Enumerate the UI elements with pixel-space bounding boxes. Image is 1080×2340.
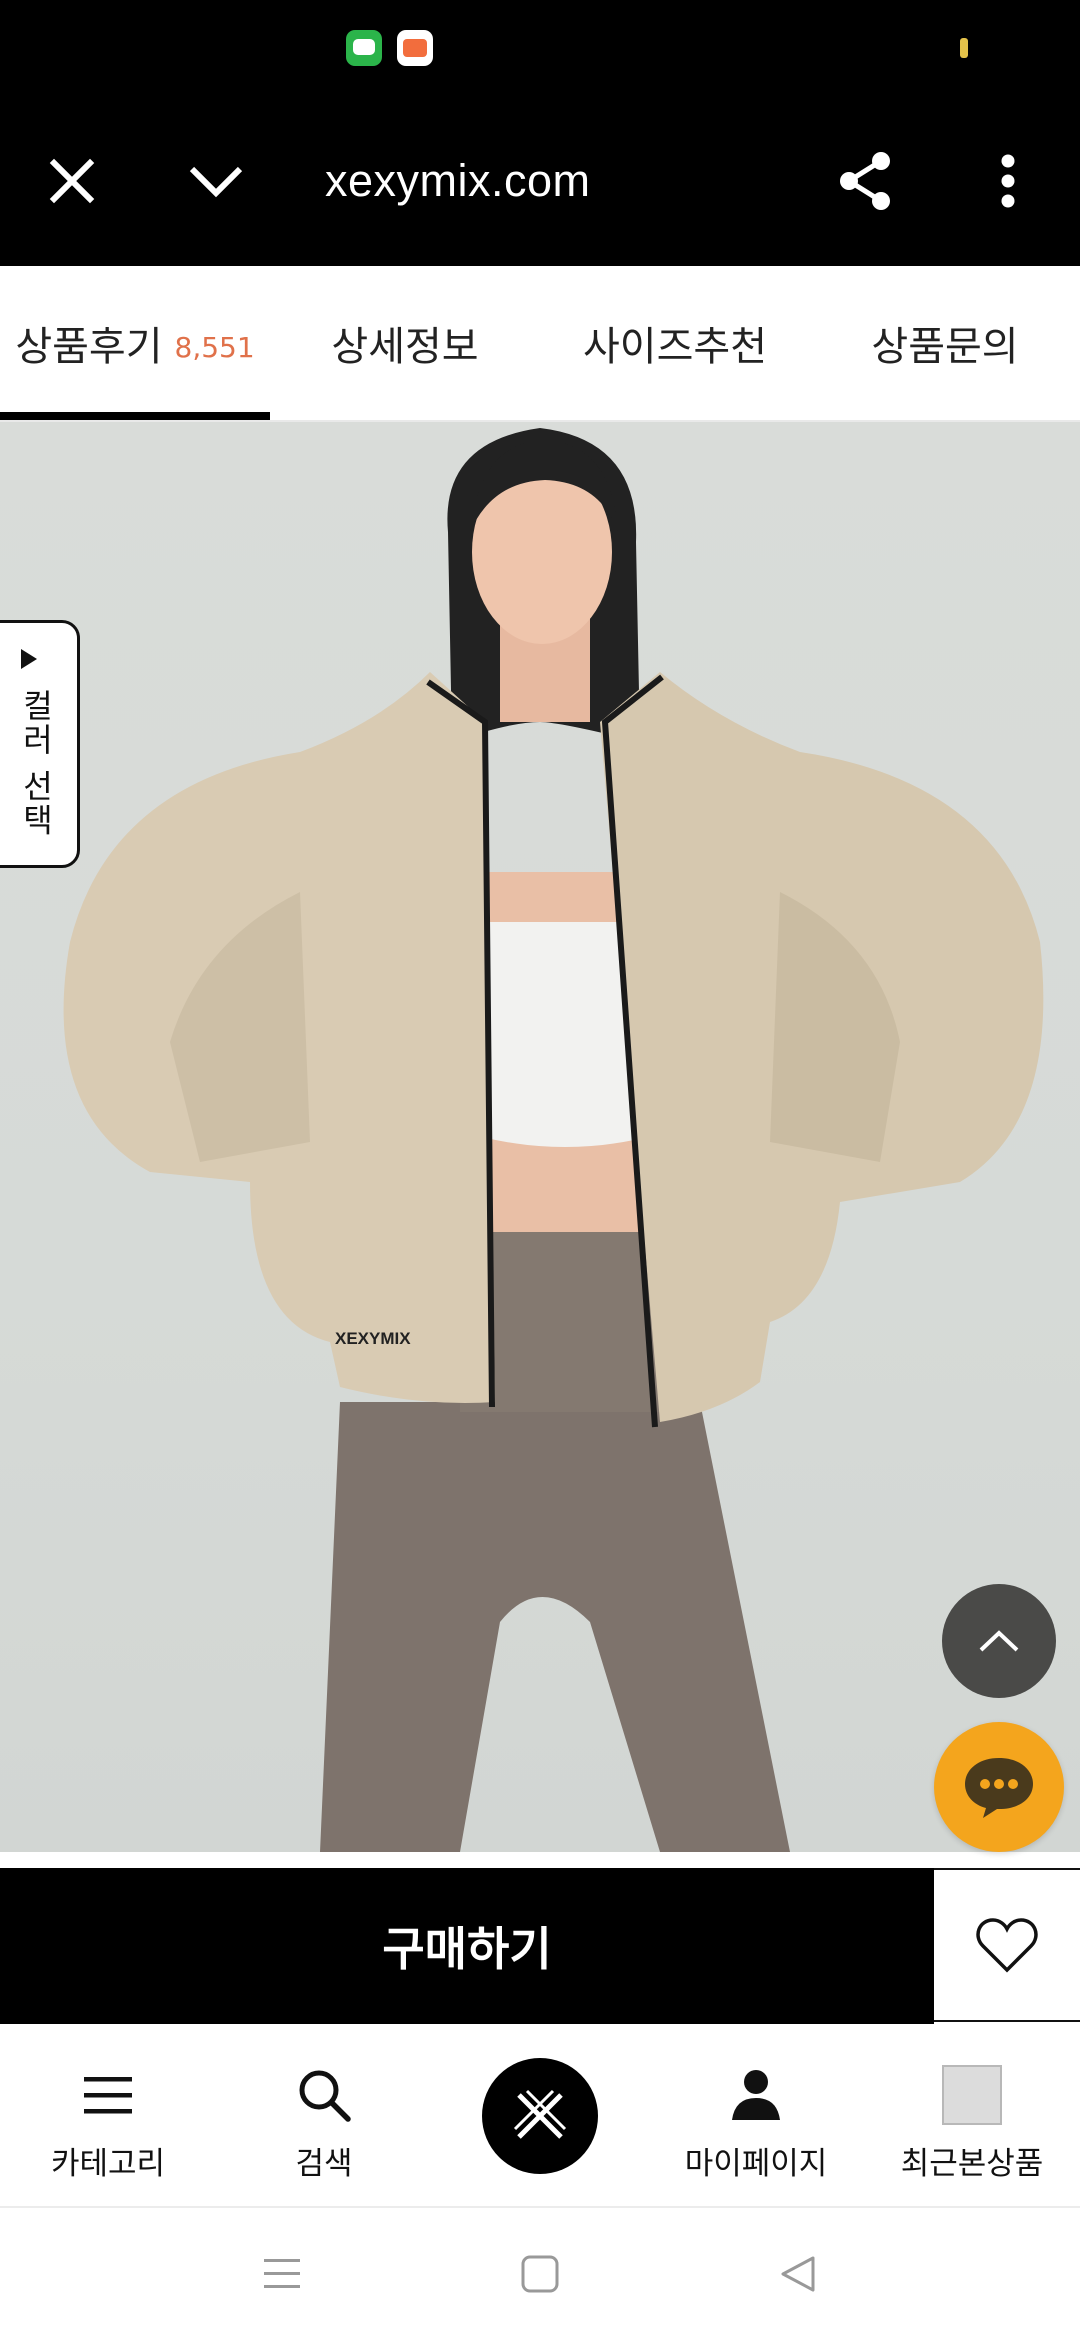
scroll-top-icon [979, 1630, 1019, 1652]
nav-mypage-label: 마이페이지 [684, 2146, 828, 2182]
search-icon [299, 2070, 351, 2122]
scroll-to-top-button[interactable] [942, 1584, 1056, 1698]
active-tab-indicator [0, 412, 270, 420]
play-arrow-icon [21, 649, 37, 669]
nav-recent-products[interactable]: 최근본상품 [864, 2026, 1080, 2206]
bottom-navigation: 카테고리 검색 마이페이지 최근본상품 [0, 2026, 1080, 2208]
recents-icon [264, 2259, 300, 2288]
home-icon [521, 2255, 559, 2293]
jacket-brand-text: XEXYMIX [335, 1329, 411, 1348]
status-bar [0, 0, 1080, 96]
chat-button[interactable] [934, 1722, 1064, 1852]
close-icon [49, 158, 95, 204]
nav-category[interactable]: 카테고리 [0, 2026, 216, 2206]
tab-detail-info[interactable]: 상세정보 [270, 266, 540, 420]
nav-search[interactable]: 검색 [216, 2026, 432, 2206]
recent-apps-button[interactable] [252, 2246, 312, 2302]
share-icon [840, 152, 890, 210]
nav-search-label: 검색 [295, 2146, 353, 2182]
nav-home[interactable] [432, 2026, 648, 2206]
more-options-button[interactable] [973, 146, 1043, 216]
heart-icon [976, 1918, 1038, 1973]
chat-icon [965, 1758, 1033, 1818]
model-photo: XEXYMIX [63, 428, 1044, 1852]
browser-toolbar: xexymix.com [0, 96, 1080, 266]
tab-detail-label: 상세정보 [331, 324, 479, 370]
person-icon [732, 2070, 780, 2120]
tab-qna-label: 상품문의 [871, 324, 1019, 370]
logo-icon [513, 2089, 567, 2139]
product-image[interactable]: XEXYMIX [0, 422, 1080, 1852]
menu-icon [84, 2077, 132, 2114]
url-text[interactable]: xexymix.com [325, 148, 591, 214]
tab-size-recommend[interactable]: 사이즈추천 [540, 266, 810, 420]
messages-app-icon [346, 30, 382, 66]
close-button[interactable] [37, 146, 107, 216]
buy-button[interactable]: 구매하기 [0, 1868, 934, 2024]
nav-mypage[interactable]: 마이페이지 [648, 2026, 864, 2206]
tab-size-label: 사이즈추천 [583, 324, 767, 370]
product-tabs: 상품후기 8,551 상세정보 사이즈추천 상품문의 [0, 266, 1080, 422]
more-vert-icon [1001, 154, 1015, 208]
tab-product-qna[interactable]: 상품문의 [810, 266, 1080, 420]
color-select-label: 컬러 선택 [17, 689, 55, 838]
system-navigation-bar [0, 2208, 1080, 2340]
color-select-button[interactable]: 컬러 선택 [0, 620, 80, 868]
purchase-bar: 구매하기 [0, 1868, 1080, 2024]
gallery-app-icon [397, 30, 433, 66]
nav-category-label: 카테고리 [50, 2146, 166, 2182]
chevron-down-icon [189, 166, 243, 198]
home-logo-button[interactable] [482, 2058, 598, 2174]
back-icon [781, 2256, 815, 2292]
review-count: 8,551 [174, 330, 255, 364]
recent-product-thumb [942, 2065, 1002, 2125]
battery-indicator [960, 38, 968, 58]
home-button[interactable] [510, 2246, 570, 2302]
tab-reviews[interactable]: 상품후기 8,551 [0, 266, 270, 420]
back-button[interactable] [768, 2246, 828, 2302]
share-button[interactable] [830, 146, 900, 216]
nav-recent-label: 최근본상품 [900, 2146, 1044, 2182]
tab-reviews-label: 상품후기 [15, 324, 163, 370]
wishlist-button[interactable] [934, 1868, 1080, 2022]
minimize-button[interactable] [181, 146, 251, 216]
